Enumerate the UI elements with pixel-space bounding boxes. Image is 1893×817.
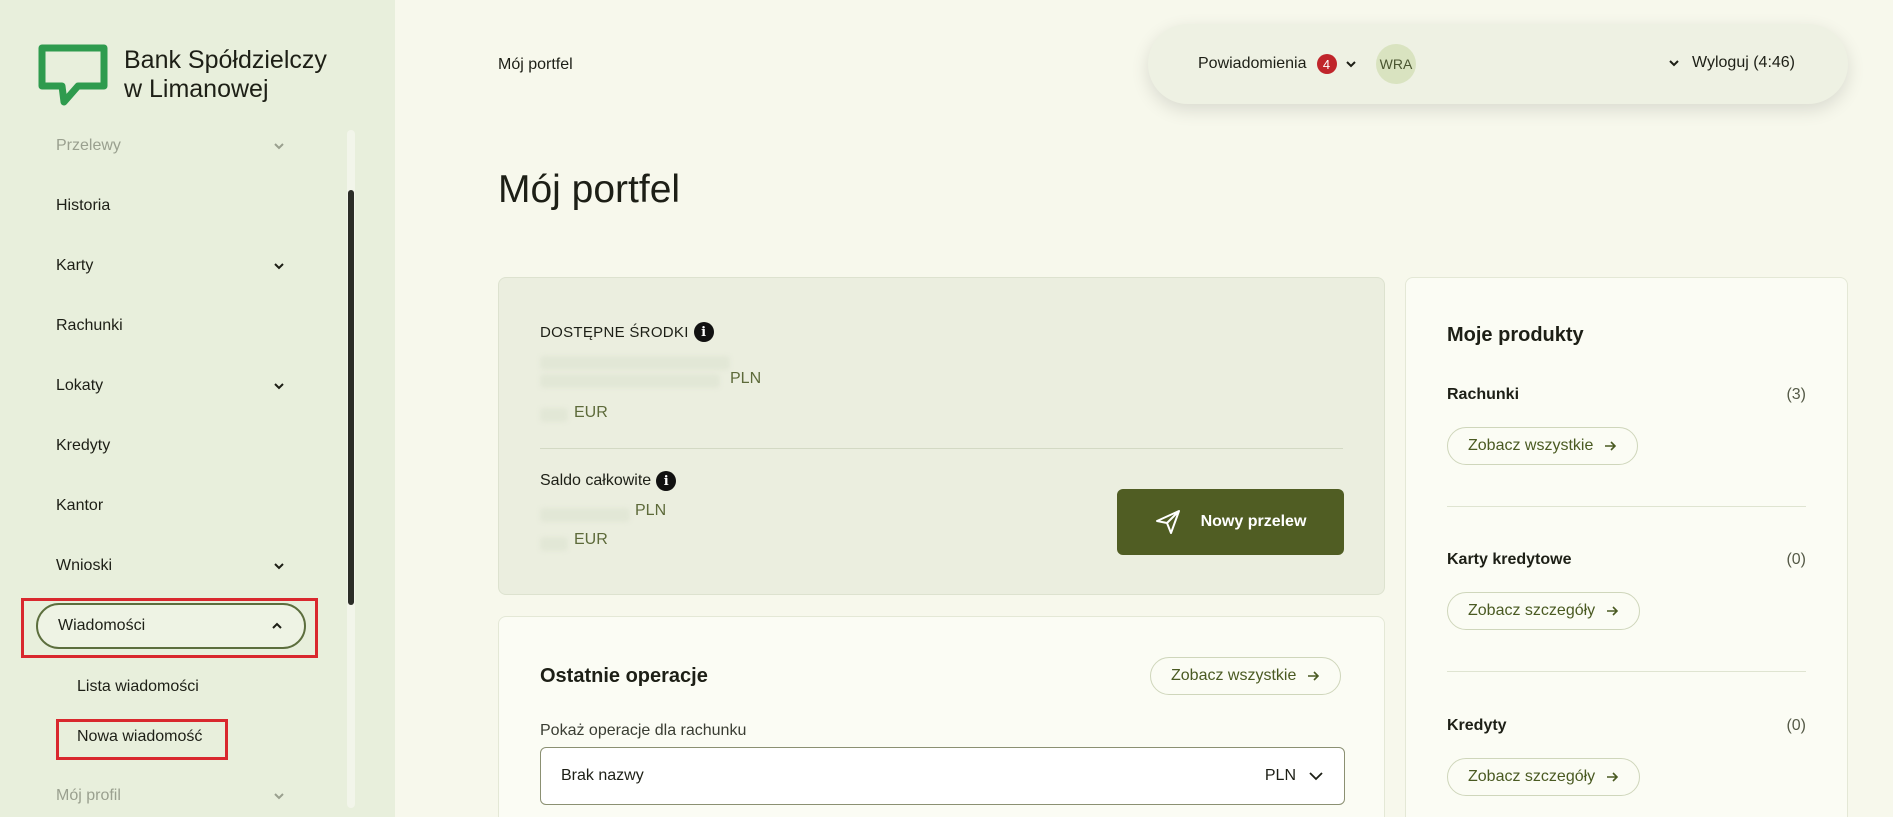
notifications-button[interactable]: Powiadomienia 4 — [1198, 54, 1357, 74]
account-select-currency: PLN — [1264, 767, 1296, 784]
sidebar-item-label: Mój profil — [56, 787, 121, 804]
total-balance-heading: Saldo całkowite i — [540, 471, 677, 491]
product-name: Rachunki — [1447, 386, 1520, 403]
product-count: (0) — [1786, 717, 1806, 734]
sidebar-item-label: Kredyty — [56, 437, 111, 454]
sidebar-subitem-lista-wiadomosci[interactable]: Lista wiadomości — [57, 670, 219, 704]
sidebar-item-historia[interactable]: Historia — [36, 183, 306, 229]
sidebar-item-lokaty[interactable]: Lokaty — [36, 363, 306, 409]
hidden-amount — [540, 537, 568, 551]
arrow-right-icon — [1605, 441, 1617, 451]
product-action-button[interactable]: Zobacz wszystkie — [1447, 427, 1639, 465]
account-select-label: Pokaż operacje dla rachunku — [540, 722, 747, 739]
recent-operations-title: Ostatnie operacje — [540, 665, 708, 687]
currency-pln: PLN — [635, 502, 667, 519]
available-funds-heading: DOSTĘPNE ŚRODKI i — [540, 322, 714, 342]
avatar[interactable]: WRA — [1376, 44, 1416, 84]
funds-card: DOSTĘPNE ŚRODKI i PLN EUR Saldo całkowit… — [498, 277, 1385, 595]
hidden-amount — [540, 508, 630, 522]
sidebar-item-label: Wnioski — [56, 557, 113, 574]
product-action-label: Zobacz wszystkie — [1468, 437, 1594, 454]
sidebar-item-moj-profil[interactable]: Mój profil — [36, 773, 306, 808]
sidebar-item-rachunki[interactable]: Rachunki — [36, 303, 306, 349]
sidebar-item-karty[interactable]: Karty — [36, 243, 306, 289]
sidebar-nav: Przelewy Historia Karty Rachunki Lokaty … — [0, 128, 350, 808]
chevron-down-icon — [274, 143, 284, 150]
available-funds-label: DOSTĘPNE ŚRODKI — [540, 323, 689, 341]
top-bar: Powiadomienia 4 WRA Wyloguj (4:46) — [1148, 24, 1848, 104]
account-select[interactable]: Brak nazwy PLN — [540, 747, 1345, 805]
recent-operations-card: Ostatnie operacje Zobacz wszystkie Pokaż… — [498, 616, 1385, 817]
logout-label: Wyloguj (4:46) — [1692, 54, 1796, 71]
currency-pln: PLN — [730, 370, 762, 387]
see-all-operations-button[interactable]: Zobacz wszystkie — [1150, 657, 1342, 695]
product-name: Kredyty — [1447, 717, 1507, 734]
logo-icon — [38, 44, 108, 106]
logout-button[interactable]: Wyloguj (4:46) — [1668, 54, 1795, 72]
sidebar-item-label: Historia — [56, 197, 111, 214]
logo-text: Bank Spółdzielczy w Limanowej — [124, 46, 327, 104]
product-action-label: Zobacz szczegóły — [1468, 768, 1596, 785]
product-count: (3) — [1786, 386, 1806, 403]
divider — [1447, 671, 1806, 672]
chevron-down-icon — [274, 563, 284, 570]
chevron-down-icon — [1669, 60, 1679, 67]
divider — [540, 448, 1343, 449]
sidebar-item-label: Rachunki — [56, 317, 123, 334]
sidebar: Bank Spółdzielczy w Limanowej Przelewy H… — [0, 0, 395, 817]
notifications-badge: 4 — [1316, 54, 1337, 74]
chevron-down-icon — [274, 793, 284, 800]
logo-line-2: w Limanowej — [124, 75, 269, 103]
new-transfer-button[interactable]: Nowy przelew — [1117, 489, 1344, 555]
sidebar-item-label: Przelewy — [56, 137, 121, 154]
notifications-label: Powiadomienia — [1198, 55, 1307, 72]
page-title: Mój portfel — [498, 168, 681, 211]
bank-logo[interactable]: Bank Spółdzielczy w Limanowej — [34, 42, 327, 108]
info-icon[interactable]: i — [693, 322, 714, 342]
sidebar-scrollbar-thumb[interactable] — [348, 190, 354, 605]
sidebar-item-label: Lokaty — [56, 377, 104, 394]
my-products-title: Moje produkty — [1447, 324, 1584, 346]
sidebar-item-label: Karty — [56, 257, 94, 274]
chevron-down-icon — [1309, 772, 1323, 781]
breadcrumb: Mój portfel — [498, 56, 573, 73]
hidden-amount — [540, 408, 568, 422]
hidden-amount — [540, 374, 720, 388]
product-action-button[interactable]: Zobacz szczegóły — [1447, 758, 1641, 796]
chevron-down-icon — [274, 383, 284, 390]
new-transfer-label: Nowy przelew — [1200, 513, 1307, 530]
sidebar-item-kredyty[interactable]: Kredyty — [36, 423, 306, 469]
product-name: Karty kredytowe — [1447, 551, 1572, 568]
chevron-down-icon — [1345, 61, 1356, 68]
logo-line-1: Bank Spółdzielczy — [124, 46, 327, 74]
total-balance-label: Saldo całkowite — [540, 472, 652, 489]
send-icon — [1155, 510, 1180, 534]
highlight-box-wiadomosci — [21, 598, 318, 658]
arrow-right-icon — [1607, 606, 1619, 616]
divider — [1447, 506, 1806, 507]
product-action-label: Zobacz szczegóły — [1468, 602, 1596, 619]
highlight-box-nowa-wiadomosc — [56, 719, 228, 760]
my-products-card: Moje produkty Rachunki (3) Zobacz wszyst… — [1405, 277, 1848, 817]
account-select-value: Brak nazwy — [561, 767, 644, 784]
info-icon[interactable]: i — [656, 471, 677, 491]
arrow-right-icon — [1607, 772, 1619, 782]
product-action-button[interactable]: Zobacz szczegóły — [1447, 592, 1641, 630]
sidebar-item-przelewy[interactable]: Przelewy — [36, 128, 306, 169]
currency-eur: EUR — [574, 404, 608, 421]
product-count: (0) — [1786, 551, 1806, 568]
hidden-amount — [540, 356, 730, 370]
sidebar-item-kantor[interactable]: Kantor — [36, 483, 306, 529]
chevron-down-icon — [274, 263, 284, 270]
sidebar-subitem-label: Lista wiadomości — [77, 678, 199, 695]
currency-eur: EUR — [574, 531, 608, 548]
see-all-label: Zobacz wszystkie — [1171, 667, 1297, 684]
sidebar-item-label: Kantor — [56, 497, 104, 514]
sidebar-item-wnioski[interactable]: Wnioski — [36, 543, 306, 589]
arrow-right-icon — [1308, 671, 1320, 681]
